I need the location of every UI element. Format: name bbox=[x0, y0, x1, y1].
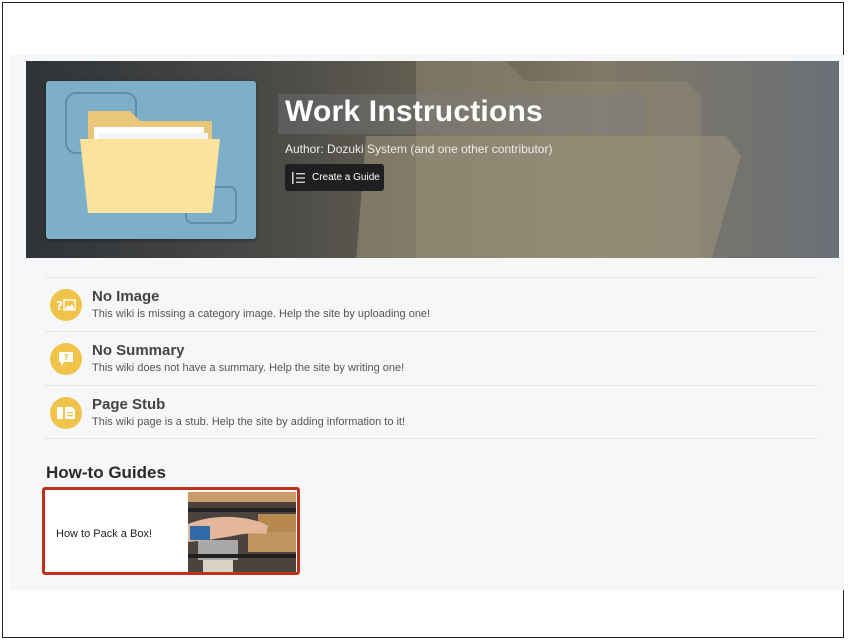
no-image-icon: ? bbox=[50, 289, 82, 321]
create-guide-label: Create a Guide bbox=[312, 172, 380, 183]
category-hero-banner: Work Instructions Author: Dozuki System … bbox=[26, 61, 839, 258]
page-stub-icon bbox=[50, 397, 82, 429]
author-line: Author: Dozuki System (and one other con… bbox=[285, 142, 553, 156]
svg-text:?: ? bbox=[56, 299, 63, 312]
notice-title: No Summary bbox=[92, 342, 185, 359]
wiki-notices: ? No Image This wiki is missing a catego… bbox=[45, 277, 818, 439]
create-guide-button[interactable]: Create a Guide bbox=[285, 164, 384, 191]
folder-icon bbox=[65, 92, 237, 224]
notice-title: Page Stub bbox=[92, 396, 166, 413]
svg-text:?: ? bbox=[64, 354, 69, 364]
notice-page-stub: Page Stub This wiki page is a stub. Help… bbox=[45, 385, 818, 439]
notice-text: This wiki does not have a summary. Help … bbox=[92, 362, 405, 374]
notice-no-summary: ? No Summary This wiki does not have a s… bbox=[45, 331, 818, 385]
guide-title: How to Pack a Box! bbox=[56, 528, 152, 540]
guide-card[interactable]: How to Pack a Box! bbox=[42, 487, 300, 575]
list-icon bbox=[292, 171, 305, 184]
guide-thumbnail bbox=[188, 492, 296, 572]
how-to-guides-heading: How-to Guides bbox=[46, 463, 166, 482]
no-summary-icon: ? bbox=[50, 343, 82, 375]
notice-no-image: ? No Image This wiki is missing a catego… bbox=[45, 277, 818, 331]
background-folder-graphic bbox=[356, 61, 741, 258]
notice-text: This wiki page is a stub. Help the site … bbox=[92, 416, 406, 428]
category-thumbnail bbox=[46, 81, 256, 239]
notice-text: This wiki is missing a category image. H… bbox=[92, 308, 431, 320]
notice-title: No Image bbox=[92, 288, 160, 305]
page-title: Work Instructions bbox=[285, 95, 543, 128]
